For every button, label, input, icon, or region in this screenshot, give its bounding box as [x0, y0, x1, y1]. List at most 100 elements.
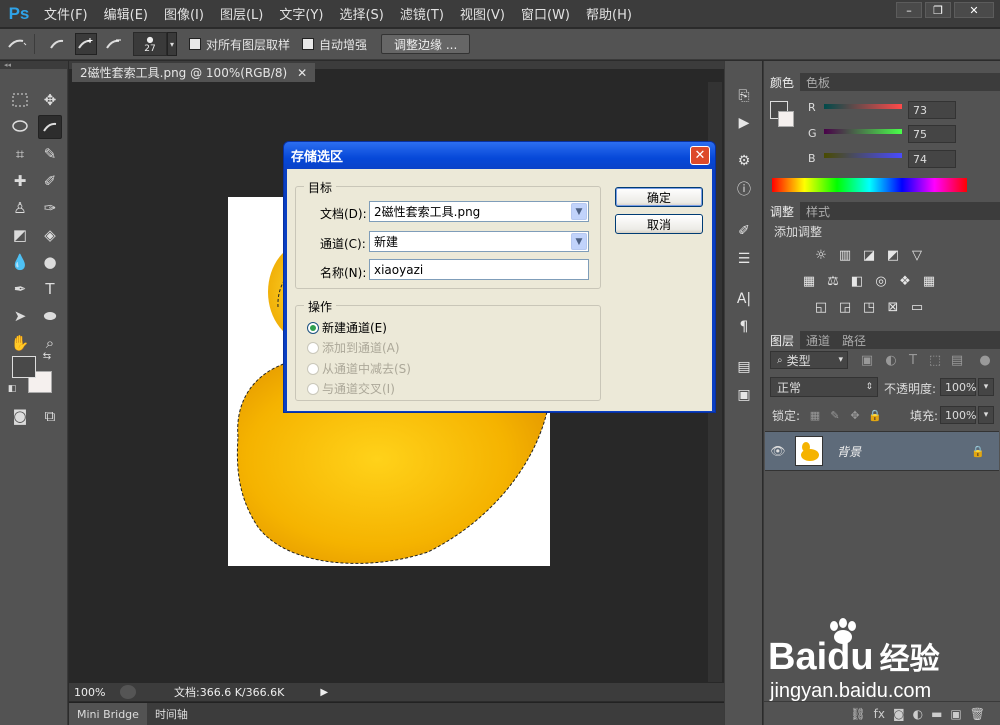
curves-icon[interactable]: ◪: [860, 247, 878, 263]
restore-button[interactable]: ❐: [925, 2, 951, 18]
color-lookup-icon[interactable]: ▦: [920, 273, 938, 289]
color-panel-bg-swatch[interactable]: [778, 111, 794, 127]
tool-preset-picker[interactable]: [6, 33, 28, 55]
cancel-button[interactable]: 取消: [615, 214, 703, 234]
levels-icon[interactable]: ▥: [836, 247, 854, 263]
brush-dropdown-icon[interactable]: ▾: [167, 32, 177, 56]
menu-file[interactable]: 文件(F): [36, 4, 96, 23]
minimize-button[interactable]: –: [896, 2, 922, 18]
brush-presets-icon[interactable]: ⚙: [734, 151, 754, 171]
move-tool-icon[interactable]: ✥: [38, 88, 62, 112]
filter-type-icon[interactable]: T: [904, 352, 922, 368]
crop-tool-icon[interactable]: ⌗: [8, 142, 32, 166]
add-mask-icon[interactable]: ◙: [893, 707, 905, 721]
screen-mode-icon[interactable]: ⧉: [38, 404, 62, 428]
refine-edge-button[interactable]: 调整边缘 ...: [381, 34, 471, 54]
tab-swatches[interactable]: 色板: [800, 73, 836, 91]
menu-help[interactable]: 帮助(H): [578, 4, 640, 23]
new-selection-brush-icon[interactable]: [47, 33, 69, 55]
delete-layer-icon[interactable]: 🗑: [970, 707, 985, 721]
link-layers-icon[interactable]: ⛓: [850, 707, 865, 721]
b-slider[interactable]: [824, 153, 902, 158]
paint-bucket-tool-icon[interactable]: ◈: [38, 223, 62, 247]
document-tab[interactable]: 2磁性套索工具.png @ 100%(RGB/8) ✕: [72, 63, 316, 82]
lasso-tool-icon[interactable]: [8, 115, 32, 139]
layer-style-icon[interactable]: fx: [874, 707, 885, 721]
color-spectrum-bar[interactable]: [772, 178, 967, 192]
name-input[interactable]: xiaoyazi: [369, 259, 589, 280]
tab-styles[interactable]: 样式: [800, 202, 836, 220]
filter-smart-object-icon[interactable]: ▤: [948, 352, 966, 368]
lock-all-icon[interactable]: 🔒: [866, 407, 884, 423]
properties-panel-icon[interactable]: ☰: [734, 249, 754, 269]
tab-channels[interactable]: 通道: [800, 331, 836, 349]
lock-transparent-icon[interactable]: ▦: [806, 407, 824, 423]
menu-image[interactable]: 图像(I): [156, 4, 212, 23]
op-new-channel-radio[interactable]: 新建通道(E): [307, 319, 387, 336]
hand-tool-icon[interactable]: ✋: [8, 331, 32, 355]
hue-saturation-icon[interactable]: ▦: [800, 273, 818, 289]
filter-adjustment-icon[interactable]: ◐: [882, 352, 900, 368]
menu-view[interactable]: 视图(V): [452, 4, 513, 23]
menu-type[interactable]: 文字(Y): [271, 4, 331, 23]
character-panel-icon[interactable]: A|: [734, 289, 754, 309]
type-tool-icon[interactable]: T: [38, 277, 62, 301]
invert-icon[interactable]: ◱: [812, 299, 830, 315]
dialog-title-bar[interactable]: 存储选区 ✕: [284, 142, 715, 169]
brush-tool-icon[interactable]: ✐: [38, 169, 62, 193]
lock-pixels-icon[interactable]: ✎: [826, 407, 844, 423]
history-panel-icon[interactable]: ⎘: [734, 86, 754, 106]
layer-comps-icon[interactable]: ▤: [734, 357, 754, 377]
pen-tool-icon[interactable]: ✒: [8, 277, 32, 301]
blur-tool-icon[interactable]: 💧: [8, 250, 32, 274]
exposure-icon[interactable]: ◩: [884, 247, 902, 263]
b-value[interactable]: 74: [908, 150, 956, 168]
lock-position-icon[interactable]: ✥: [846, 407, 864, 423]
opacity-value[interactable]: 100%: [940, 378, 976, 396]
history-brush-tool-icon[interactable]: ✑: [38, 196, 62, 220]
g-value[interactable]: 75: [908, 125, 956, 143]
add-selection-brush-icon[interactable]: [75, 33, 97, 55]
new-layer-icon[interactable]: ▣: [950, 707, 961, 721]
gradient-map-icon[interactable]: ▭: [908, 299, 926, 315]
healing-brush-tool-icon[interactable]: ✚: [8, 169, 32, 193]
layer-name[interactable]: 背景: [837, 443, 861, 460]
g-slider[interactable]: [824, 129, 902, 134]
op-subtract-radio[interactable]: 从通道中减去(S): [307, 360, 411, 377]
posterize-icon[interactable]: ◲: [836, 299, 854, 315]
menu-filter[interactable]: 滤镜(T): [392, 4, 452, 23]
vibrance-icon[interactable]: ▽: [908, 247, 926, 263]
new-group-icon[interactable]: ▬: [931, 707, 942, 721]
fill-dropdown-icon[interactable]: ▾: [978, 406, 994, 424]
blend-mode-select[interactable]: 正常 ⇕: [770, 377, 878, 397]
photo-filter-icon[interactable]: ◎: [872, 273, 890, 289]
layer-row-background[interactable]: 👁 背景 🔒: [765, 431, 999, 471]
clone-stamp-tool-icon[interactable]: ♙: [8, 196, 32, 220]
status-menu-icon[interactable]: [120, 685, 136, 699]
threshold-icon[interactable]: ◳: [860, 299, 878, 315]
r-slider[interactable]: [824, 104, 902, 109]
filter-shape-icon[interactable]: ⬚: [926, 352, 944, 368]
auto-enhance-option[interactable]: 自动增强: [302, 36, 367, 53]
quick-mask-icon[interactable]: ◙: [8, 404, 32, 428]
channel-select-arrow-icon[interactable]: ▼: [571, 233, 587, 250]
tool-presets-icon[interactable]: ✐: [734, 221, 754, 241]
channel-mixer-icon[interactable]: ❖: [896, 273, 914, 289]
filter-toggle-icon[interactable]: ●: [976, 352, 994, 368]
fill-value[interactable]: 100%: [940, 406, 976, 424]
menu-select[interactable]: 选择(S): [331, 4, 391, 23]
sample-all-layers-checkbox[interactable]: [189, 38, 201, 50]
quick-selection-tool-icon[interactable]: [38, 115, 62, 139]
sample-all-layers-option[interactable]: 对所有图层取样: [189, 36, 290, 53]
black-white-icon[interactable]: ◧: [848, 273, 866, 289]
brush-size-picker[interactable]: ● 27: [133, 32, 167, 56]
doc-select[interactable]: 2磁性套索工具.png ▼: [369, 201, 589, 222]
tab-color[interactable]: 颜色: [764, 73, 801, 91]
eyedropper-tool-icon[interactable]: ✎: [38, 142, 62, 166]
ok-button[interactable]: 确定: [615, 187, 703, 207]
path-selection-tool-icon[interactable]: ➤: [8, 304, 32, 328]
info-panel-icon[interactable]: ⓘ: [734, 179, 754, 199]
opacity-dropdown-icon[interactable]: ▾: [978, 378, 994, 396]
marquee-tool-icon[interactable]: [8, 88, 32, 112]
notes-panel-icon[interactable]: ▣: [734, 385, 754, 405]
